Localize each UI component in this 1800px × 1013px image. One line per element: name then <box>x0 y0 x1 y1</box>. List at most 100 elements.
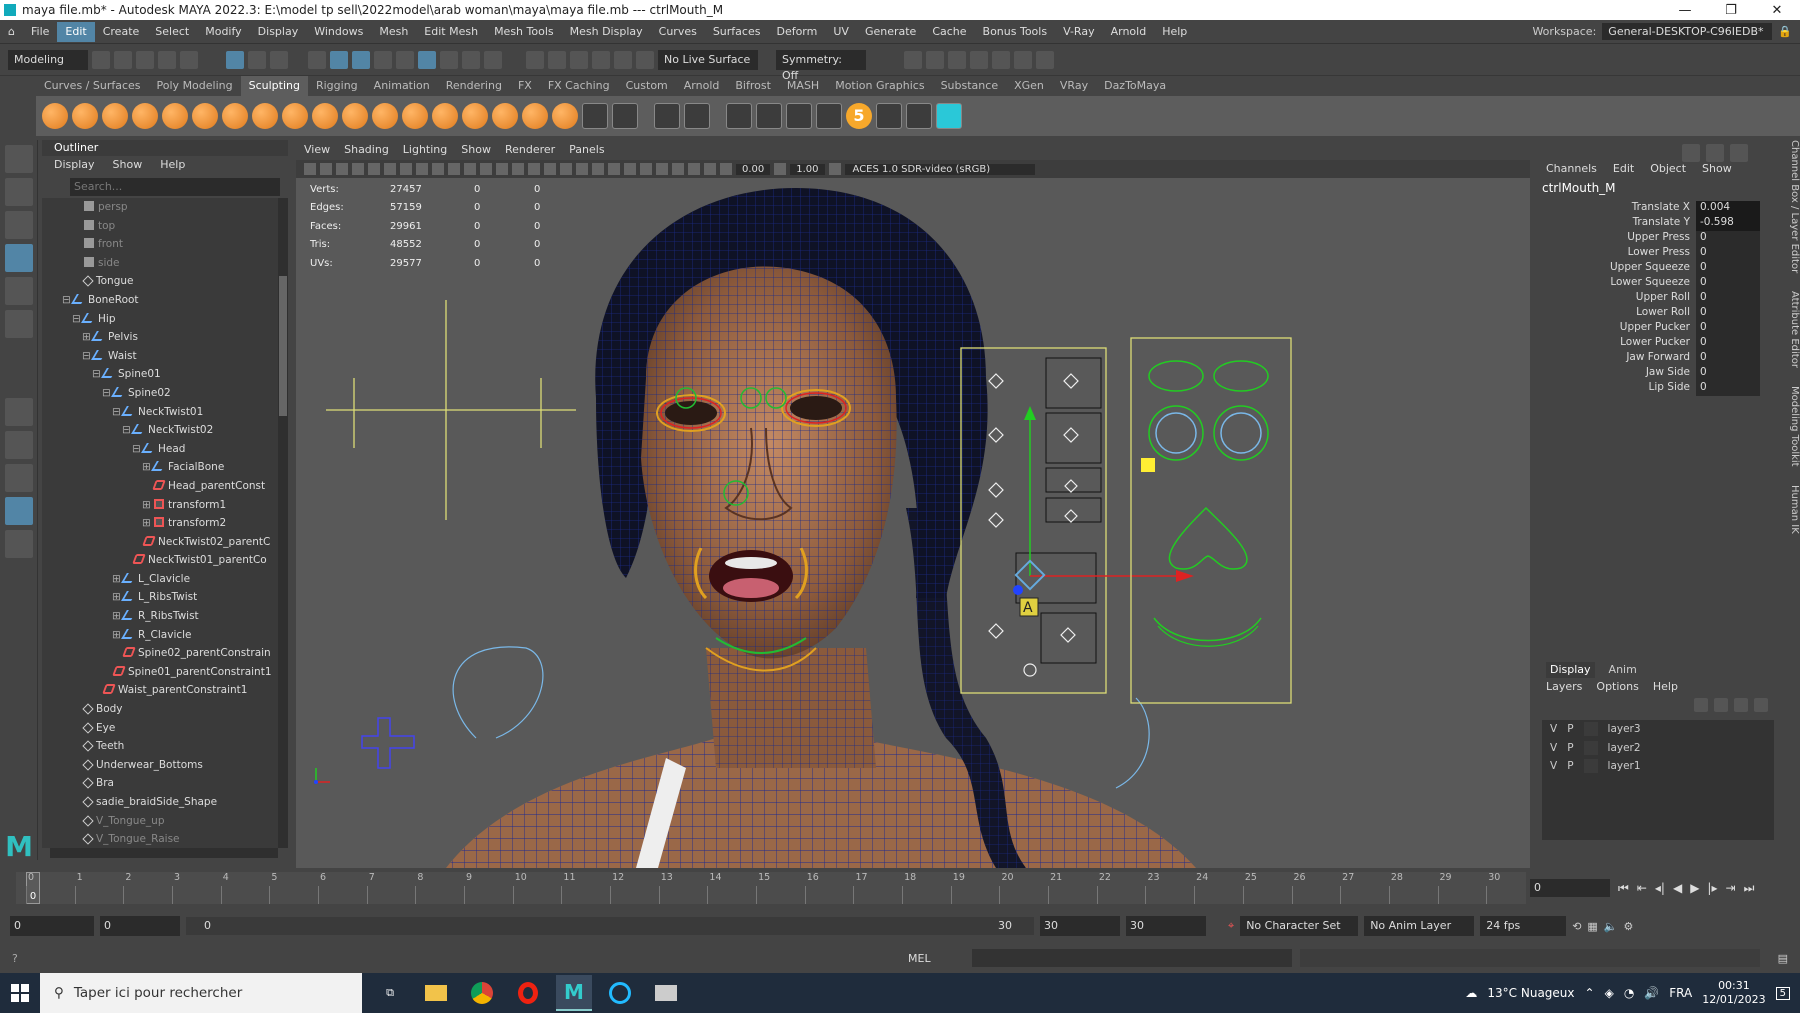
layer-help-menu[interactable]: Help <box>1653 680 1678 693</box>
outliner-item[interactable]: ⊞ L_Clavicle <box>42 570 278 589</box>
new-scene-icon[interactable] <box>92 50 110 69</box>
skeleton-icon[interactable] <box>876 103 902 129</box>
outliner-menu-display[interactable]: Display <box>54 156 95 174</box>
go-to-start-icon[interactable]: ⏮ <box>1618 881 1629 896</box>
open-scene-icon[interactable] <box>114 50 132 69</box>
cache-icon[interactable]: ▦ <box>1587 920 1597 933</box>
loop-icon[interactable]: ⟲ <box>1572 920 1581 933</box>
viewport-menu-renderer[interactable]: Renderer <box>505 140 555 160</box>
blend-shape-icon[interactable] <box>654 103 680 129</box>
channel-name[interactable]: Lower Press <box>1538 246 1696 261</box>
outliner-item[interactable]: Eye <box>42 719 278 738</box>
make-live-icon[interactable] <box>636 50 654 69</box>
channel-row[interactable]: Translate Y -0.598 <box>1538 216 1778 231</box>
shelf-tab-vray[interactable]: VRay <box>1052 76 1096 96</box>
shelf-tab-rigging[interactable]: Rigging <box>308 76 366 96</box>
facial-control-panel[interactable]: A <box>960 347 1194 694</box>
tool-settings-icon[interactable] <box>1730 144 1748 162</box>
menu-deform[interactable]: Deform <box>768 25 825 38</box>
layer-color-swatch[interactable] <box>1583 740 1598 755</box>
menu-curves[interactable]: Curves <box>651 25 705 38</box>
move-layer-down-icon[interactable] <box>1714 698 1728 712</box>
outliner-menu-help[interactable]: Help <box>160 156 185 174</box>
layer-name[interactable]: layer3 <box>1608 723 1641 735</box>
create-empty-layer-icon[interactable] <box>1734 698 1748 712</box>
shelf-tab-substance[interactable]: Substance <box>933 76 1007 96</box>
menu-create[interactable]: Create <box>95 25 148 38</box>
outliner-item[interactable]: NeckTwist02_parentC <box>42 533 278 552</box>
command-language[interactable]: MEL <box>908 952 972 965</box>
outliner-item[interactable]: Body <box>42 700 278 719</box>
channel-value-field[interactable]: 0 <box>1696 276 1760 291</box>
shelf-tab-custom[interactable]: Custom <box>618 76 676 96</box>
grid-icon[interactable] <box>400 163 412 175</box>
outliner-item[interactable]: Teeth <box>42 737 278 756</box>
playback-end-field[interactable]: 30 <box>1040 916 1120 936</box>
select-dynamics-icon[interactable] <box>440 50 458 69</box>
outliner-item[interactable]: V_Tongue_up <box>42 812 278 831</box>
resolution-gate-icon[interactable] <box>432 163 444 175</box>
channel-name[interactable]: Upper Press <box>1538 231 1696 246</box>
weather-cloud-icon[interactable]: ☁ <box>1465 986 1477 1000</box>
smear-tool-icon[interactable] <box>462 103 488 129</box>
wifi-icon[interactable]: ◔ <box>1624 986 1634 1000</box>
single-perspective-layout-icon[interactable] <box>4 398 33 426</box>
layer-options-menu[interactable]: Options <box>1596 680 1638 693</box>
menu-modify[interactable]: Modify <box>197 25 249 38</box>
anim-prefs-icon[interactable]: ⚙ <box>1624 920 1634 933</box>
channel-name[interactable]: Translate X <box>1538 201 1696 216</box>
range-slider[interactable]: 0 30 <box>186 917 1034 935</box>
channel-row[interactable]: Upper Roll 0 <box>1538 291 1778 306</box>
outliner-item[interactable]: persp <box>42 198 278 217</box>
sculpt-layers-icon[interactable] <box>786 103 812 129</box>
freeze-tool-icon[interactable] <box>552 103 578 129</box>
step-back-key-icon[interactable]: ⇤ <box>1637 881 1647 895</box>
tab-display-layers[interactable]: Display <box>1546 662 1595 678</box>
keyboard-language[interactable]: FRA <box>1669 986 1692 1000</box>
outliner-item[interactable]: ⊟ Head <box>42 440 278 459</box>
layer-name[interactable]: layer2 <box>1608 742 1641 754</box>
menu-mesh[interactable]: Mesh <box>371 25 416 38</box>
wireframe-on-shaded-icon[interactable] <box>544 163 556 175</box>
outliner-layout-icon[interactable] <box>4 497 33 525</box>
rotate-tool-icon[interactable] <box>4 277 33 305</box>
command-input[interactable] <box>972 949 1292 967</box>
channel-name[interactable]: Upper Pucker <box>1538 321 1696 336</box>
menu-edit[interactable]: Edit <box>57 21 95 42</box>
symmetry-dropdown[interactable]: Symmetry: Off <box>776 49 866 82</box>
side-tab-human-ik[interactable]: Human IK <box>1780 485 1800 534</box>
menu-windows[interactable]: Windows <box>306 25 371 38</box>
outliner-item[interactable]: Underwear_Bottoms <box>42 756 278 775</box>
snap-projected-center-icon[interactable] <box>592 50 610 69</box>
step-forward-key-icon[interactable]: ⇥ <box>1726 881 1736 895</box>
layer-visibility-toggle[interactable]: V <box>1550 742 1557 754</box>
outliner-item[interactable]: ⊟ NeckTwist01 <box>42 403 278 422</box>
playback-start-field[interactable]: 0 <box>100 916 180 936</box>
persp-outliner-layout-icon[interactable] <box>4 464 33 492</box>
color-management-icon[interactable] <box>828 163 841 175</box>
live-surface-field[interactable]: No Live Surface <box>658 49 758 70</box>
channel-box-icon[interactable] <box>1682 144 1700 162</box>
outliner-item[interactable]: Spine01_parentConstraint1 <box>42 663 278 682</box>
outliner-item[interactable]: sadie_braidSide_Shape <box>42 793 278 812</box>
channel-name[interactable]: Lip Side <box>1538 381 1696 396</box>
ipr-render-icon[interactable] <box>948 50 966 69</box>
channel-value-field[interactable]: 0 <box>1696 336 1760 351</box>
textured-icon[interactable] <box>560 163 572 175</box>
step-forward-frame-icon[interactable]: |▸ <box>1707 881 1717 895</box>
uv-grid-icon[interactable] <box>612 103 638 129</box>
wax-tool-icon[interactable] <box>342 103 368 129</box>
select-tool-icon[interactable] <box>4 145 33 173</box>
channel-row[interactable]: Lower Pucker 0 <box>1538 336 1778 351</box>
close-button[interactable]: ✕ <box>1754 3 1800 18</box>
channel-value-field[interactable]: 0 <box>1696 321 1760 336</box>
wireframe-icon[interactable] <box>512 163 524 175</box>
outliner-menu-show[interactable]: Show <box>113 156 143 174</box>
menu-select[interactable]: Select <box>147 25 197 38</box>
channel-name[interactable]: Lower Squeeze <box>1538 276 1696 291</box>
layer-playback-toggle[interactable]: P <box>1567 723 1573 735</box>
clock[interactable]: 00:31 12/01/2023 <box>1702 979 1765 1007</box>
outliner-item[interactable]: ⊟ BoneRoot <box>42 291 278 310</box>
chrome-icon[interactable] <box>464 975 500 1011</box>
channel-row[interactable]: Upper Press 0 <box>1538 231 1778 246</box>
